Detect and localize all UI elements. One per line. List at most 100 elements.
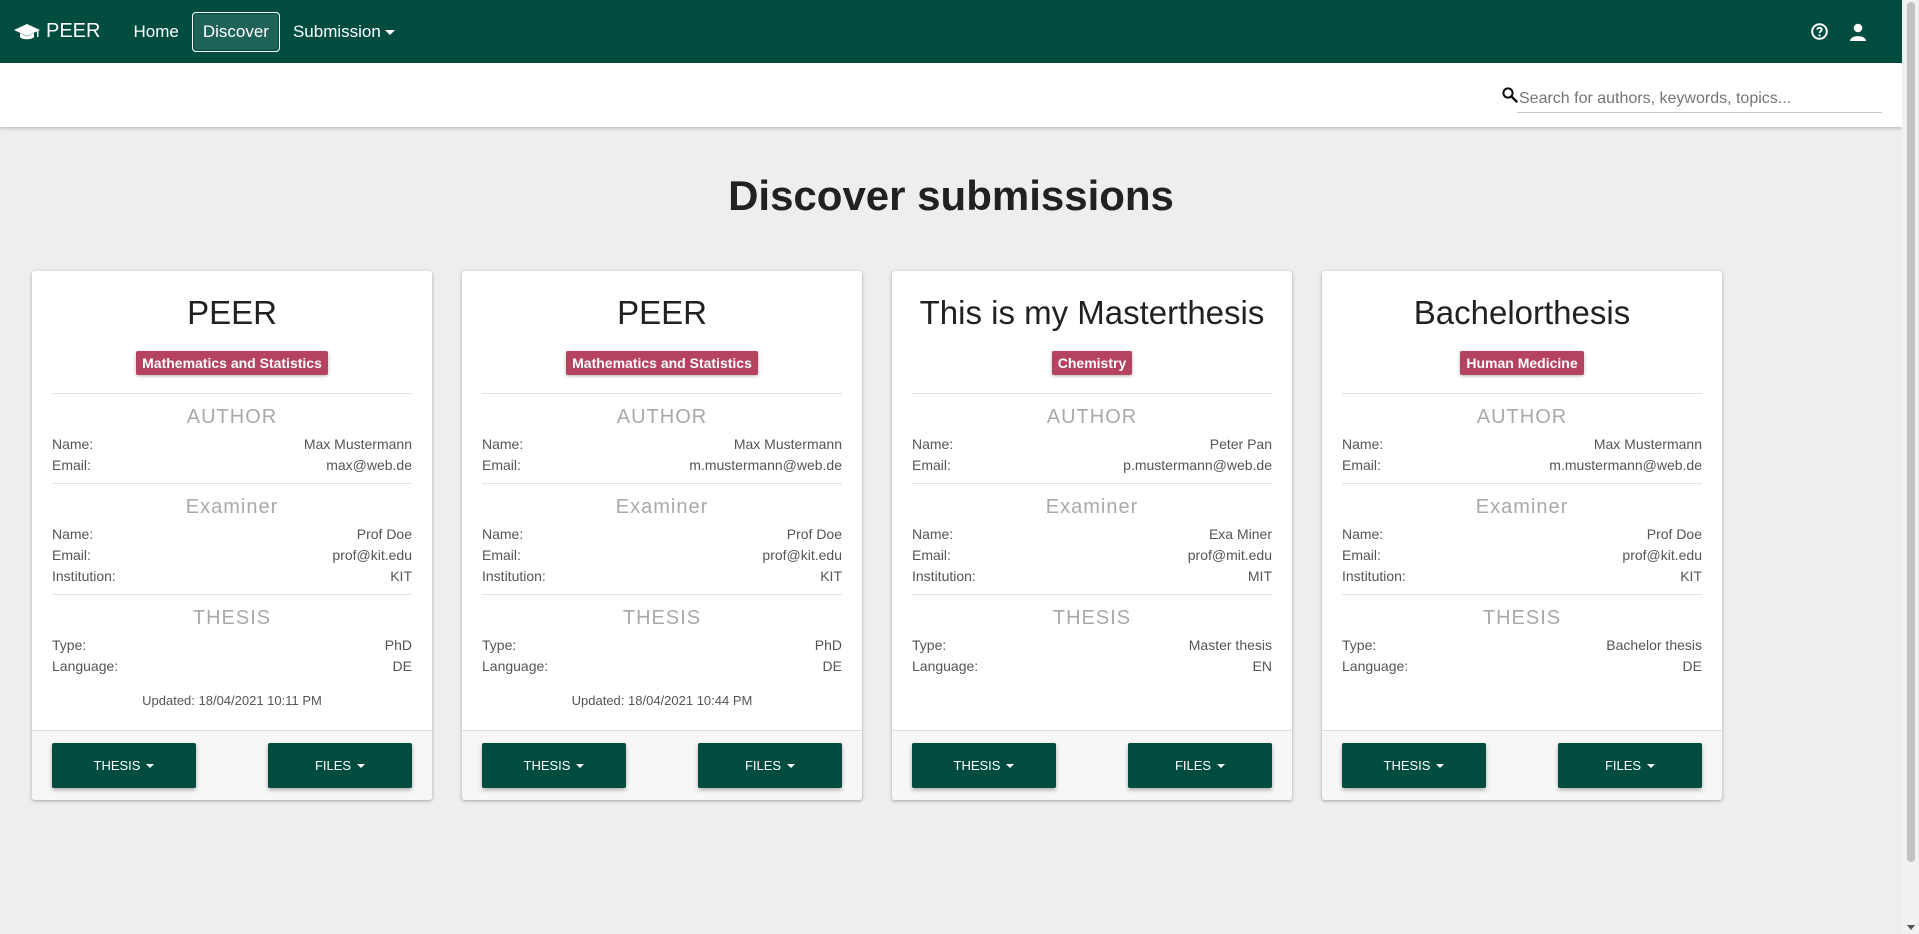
author-name: Max Mustermann <box>1593 436 1702 452</box>
button-label: FILES <box>1174 758 1212 773</box>
thesis-language-row: Language: DE <box>482 656 842 677</box>
updated-timestamp: Updated: 18/04/2021 10:11 PM <box>142 693 322 708</box>
chevron-down-icon <box>384 29 395 35</box>
examiner-name: Prof Doe <box>356 526 412 542</box>
examiner-email-row: Email: prof@kit.edu <box>52 545 412 566</box>
label: Type: <box>912 637 947 653</box>
button-label: FILES <box>1604 758 1642 773</box>
examiner-name-row: Name: Prof Doe <box>52 524 412 545</box>
top-navbar: PEER Home Discover Submission <box>0 0 1902 63</box>
nav-home[interactable]: Home <box>122 12 189 52</box>
button-label: FILES <box>744 758 782 773</box>
author-email: m.mustermann@web.de <box>1549 457 1702 473</box>
submission-card: PEER Mathematics and Statistics AUTHOR N… <box>462 271 862 800</box>
label: Email: <box>482 457 521 473</box>
examiner-institution-row: Institution: MIT <box>912 566 1272 587</box>
thesis-type-row: Type: PhD <box>482 635 842 656</box>
divider <box>912 594 1272 595</box>
divider <box>482 594 842 595</box>
label: Institution: <box>912 568 976 584</box>
button-label: THESIS <box>1383 758 1431 773</box>
user-icon[interactable] <box>1850 23 1866 41</box>
thesis-language: DE <box>1682 658 1702 674</box>
files-dropdown-button[interactable]: FILES <box>268 743 412 788</box>
author-name-row: Name: Peter Pan <box>912 434 1272 455</box>
thesis-language-row: Language: DE <box>52 656 412 677</box>
divider <box>482 483 842 484</box>
label: Email: <box>1342 457 1381 473</box>
label: Institution: <box>482 568 546 584</box>
thesis-dropdown-button[interactable]: THESIS <box>1342 743 1486 788</box>
files-dropdown-button[interactable]: FILES <box>1558 743 1702 788</box>
author-name: Max Mustermann <box>303 436 412 452</box>
help-circle-icon[interactable] <box>1811 23 1828 40</box>
submission-card: This is my Masterthesis Chemistry AUTHOR… <box>892 271 1292 800</box>
thesis-type-row: Type: Master thesis <box>912 635 1272 656</box>
author-email: p.mustermann@web.de <box>1123 457 1272 473</box>
author-heading: AUTHOR <box>616 406 708 428</box>
card-title: PEER <box>617 294 707 331</box>
thesis-dropdown-button[interactable]: THESIS <box>912 743 1056 788</box>
author-heading: AUTHOR <box>186 406 278 428</box>
author-email: m.mustermann@web.de <box>689 457 842 473</box>
label: Name: <box>1342 526 1384 542</box>
label: Email: <box>1342 547 1381 563</box>
label: Type: <box>1342 637 1377 653</box>
thesis-dropdown-button[interactable]: THESIS <box>52 743 196 788</box>
examiner-email: prof@mit.edu <box>1187 547 1272 563</box>
thesis-dropdown-button[interactable]: THESIS <box>482 743 626 788</box>
author-name-row: Name: Max Mustermann <box>52 434 412 455</box>
caret-down-icon <box>1647 763 1656 768</box>
divider <box>1342 594 1702 595</box>
divider <box>52 393 412 394</box>
brand-link[interactable]: PEER <box>14 20 100 43</box>
label: Email: <box>482 547 521 563</box>
examiner-institution-row: Institution: KIT <box>1342 566 1702 587</box>
author-email-row: Email: m.mustermann@web.de <box>482 455 842 476</box>
examiner-institution-row: Institution: KIT <box>482 566 842 587</box>
examiner-heading: Examiner <box>185 496 279 518</box>
card-title: Bachelorthesis <box>1413 294 1631 331</box>
examiner-email-row: Email: prof@mit.edu <box>912 545 1272 566</box>
author-name-row: Name: Max Mustermann <box>482 434 842 455</box>
examiner-email: prof@kit.edu <box>332 547 412 563</box>
button-label: THESIS <box>953 758 1001 773</box>
author-name: Max Mustermann <box>733 436 842 452</box>
thesis-language: EN <box>1252 658 1272 674</box>
card-footer: THESIS FILES <box>892 730 1292 800</box>
thesis-heading: THESIS <box>1482 607 1562 629</box>
divider <box>1342 483 1702 484</box>
nav-submission-dropdown[interactable]: Submission <box>282 12 406 52</box>
divider <box>912 483 1272 484</box>
author-name: Peter Pan <box>1209 436 1272 452</box>
examiner-name-row: Name: Exa Miner <box>912 524 1272 545</box>
caret-down-icon <box>1217 763 1226 768</box>
caret-down-icon <box>1436 763 1445 768</box>
label: Name: <box>1342 436 1384 452</box>
label: Email: <box>52 547 91 563</box>
examiner-institution: KIT <box>390 568 412 584</box>
nav-discover[interactable]: Discover <box>191 11 280 52</box>
thesis-language: DE <box>822 658 842 674</box>
card-footer: THESIS FILES <box>462 730 862 800</box>
thesis-type: PhD <box>814 637 842 653</box>
scrollbar-thumb[interactable] <box>1907 2 1915 862</box>
scroll-down-arrow-icon[interactable] <box>1907 925 1915 930</box>
subject-badge: Mathematics and Statistics <box>136 351 328 375</box>
label: Institution: <box>1342 568 1406 584</box>
thesis-type: Master thesis <box>1188 637 1272 653</box>
examiner-email: prof@kit.edu <box>1622 547 1702 563</box>
page-scrollbar[interactable] <box>1902 0 1919 934</box>
brand-name: PEER <box>46 20 101 42</box>
search-input[interactable] <box>1517 85 1882 113</box>
files-dropdown-button[interactable]: FILES <box>1128 743 1272 788</box>
label: Name: <box>912 526 954 542</box>
label: Name: <box>482 526 524 542</box>
caret-down-icon <box>146 763 155 768</box>
nav-submission-label: Submission <box>292 21 381 41</box>
examiner-email-row: Email: prof@kit.edu <box>482 545 842 566</box>
label: Email: <box>912 457 951 473</box>
files-dropdown-button[interactable]: FILES <box>698 743 842 788</box>
caret-down-icon <box>1006 763 1015 768</box>
label: Name: <box>482 436 524 452</box>
